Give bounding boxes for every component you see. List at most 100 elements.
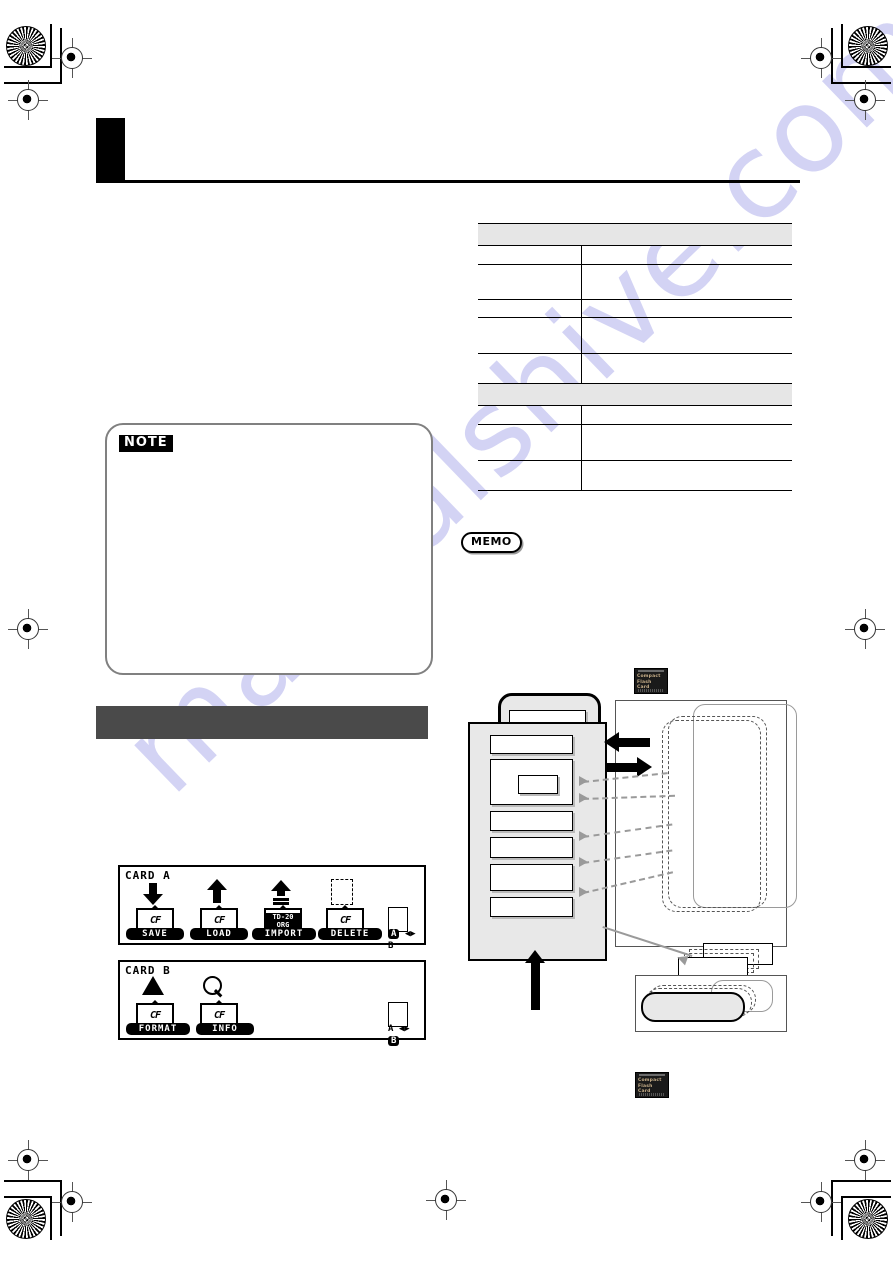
softkey-save[interactable]: SAVE (126, 928, 184, 940)
note-box: NOTE (105, 423, 433, 675)
note-badge: NOTE (119, 435, 173, 452)
page-content: NOTE MEMO CARD A CF SAVE CF LOAD TD-20 O… (0, 0, 893, 1263)
crop-mark-tl-h (4, 66, 50, 68)
crop-mark-br-v (841, 1196, 843, 1240)
registration-mark-right-upper (845, 80, 885, 120)
link-arrowhead-1 (579, 776, 588, 786)
cf-eject-tab-icon (341, 905, 349, 909)
table-row (478, 245, 792, 265)
internal-box-6 (490, 897, 573, 917)
registration-mark-right-lower (845, 1140, 885, 1180)
star-target-bottom-left (6, 1199, 46, 1239)
table-cell-value (581, 353, 792, 384)
compactflash-card-chip-bottom: Compact Flash Card (635, 1072, 669, 1098)
registration-mark-left-upper (8, 80, 48, 120)
cf-label: CF (149, 1010, 161, 1021)
registration-mark-right-middle (845, 609, 885, 649)
star-target-top-left (6, 26, 46, 66)
cf-label: CF (339, 915, 351, 926)
registration-mark-bottom-left (52, 1182, 92, 1222)
crop-mark-br-h2 (833, 1180, 891, 1182)
data-flow-diagram: Compact Flash Card Compact Flash Card (455, 660, 815, 1110)
link-arrowhead-2 (579, 793, 588, 803)
page-indicator-left[interactable]: A (388, 1024, 393, 1034)
crop-mark-br-h (843, 1196, 891, 1198)
internal-box-1 (490, 735, 573, 754)
internal-box-2 (490, 759, 573, 805)
section-heading-bar (96, 706, 428, 739)
page-indicator-right[interactable]: B (388, 1036, 400, 1046)
table-group-label (478, 223, 792, 246)
card-ghost-copy-1 (662, 720, 761, 912)
table-cell-value (581, 317, 792, 354)
table-group-label (478, 383, 792, 406)
lcd-screen-card-a: CARD A CF SAVE CF LOAD TD-20 ORG IMPORT … (118, 865, 426, 951)
table-cell-name (478, 264, 583, 300)
softkey-info[interactable]: INFO (196, 1023, 254, 1035)
registration-mark-top-right (801, 38, 841, 78)
table-cell-name (478, 299, 583, 318)
page-indicator-separator: ◀▶ (398, 1024, 410, 1034)
table-group-header-row (478, 223, 792, 246)
table-group-header-row (478, 383, 792, 406)
cf-eject-tab-icon (151, 1000, 159, 1004)
star-target-bottom-right (848, 1199, 888, 1239)
spec-table-body (478, 223, 792, 491)
table-cell-name (478, 317, 583, 354)
page-indicator-card-b[interactable]: A ◀▶ B (388, 1023, 424, 1047)
chapter-tab (96, 118, 125, 180)
crop-mark-tr-h (843, 66, 891, 68)
table-cell-name (478, 245, 583, 265)
page-indicator-right[interactable]: B (388, 941, 393, 951)
td20-org-label: TD-20 ORG (266, 913, 300, 929)
table-cell-value (581, 424, 792, 461)
internal-box-4 (490, 837, 573, 858)
softkey-format[interactable]: FORMAT (126, 1023, 190, 1035)
crop-mark-bl-h (4, 1196, 50, 1198)
softkey-delete[interactable]: DELETE (318, 928, 382, 940)
softkey-import[interactable]: IMPORT (252, 928, 316, 940)
table-row (478, 405, 792, 425)
import-arrow-up (524, 950, 545, 1010)
table-cell-name (478, 460, 583, 491)
internal-box-5 (490, 864, 573, 891)
link-arrowhead-4 (579, 857, 588, 867)
page-indicator-separator: ◀▶ (404, 929, 416, 939)
internal-box-3 (490, 811, 573, 831)
magnifier-icon (203, 976, 223, 998)
cf-eject-tab-icon (151, 905, 159, 909)
lcd-title-card-a: CARD A (125, 869, 171, 882)
load-arrow-left (604, 732, 650, 752)
registration-mark-left-middle (8, 609, 48, 649)
table-cell-name (478, 353, 583, 384)
registration-mark-bottom-right (801, 1182, 841, 1222)
warning-triangle-icon (142, 976, 177, 1009)
registration-mark-top-left (52, 38, 92, 78)
page-indicator-left[interactable]: A (388, 929, 400, 939)
table-row (478, 264, 792, 300)
link-arrowhead-3 (579, 831, 588, 841)
source-card-panel (635, 975, 787, 1032)
table-row (478, 299, 792, 318)
cf-eject-tab-icon (215, 1000, 223, 1004)
document-stack-shadow (393, 905, 413, 930)
document-stack-shadow (393, 1000, 413, 1025)
lcd-screen-card-b: CARD B CF FORMAT CF INFO A ◀▶ B (118, 960, 426, 1046)
internal-nested-box (518, 775, 558, 794)
page-indicator-card-a[interactable]: A ◀▶ B (388, 928, 424, 952)
table-row (478, 424, 792, 461)
save-arrow-right (606, 757, 652, 777)
header-rule (96, 180, 800, 183)
table-cell-value (581, 405, 792, 425)
link-arrowhead-5 (579, 887, 588, 897)
compactflash-card-chip-top: Compact Flash Card (634, 668, 668, 694)
cf-eject-tab-icon (279, 905, 287, 909)
cf-label: CF (213, 1010, 225, 1021)
table-cell-value (581, 264, 792, 300)
star-target-top-right (848, 26, 888, 66)
delete-dashed-page-icon (331, 879, 353, 905)
cf-label: CF (149, 915, 161, 926)
softkey-load[interactable]: LOAD (190, 928, 248, 940)
table-cell-value (581, 245, 792, 265)
section-heading-label (96, 706, 428, 722)
